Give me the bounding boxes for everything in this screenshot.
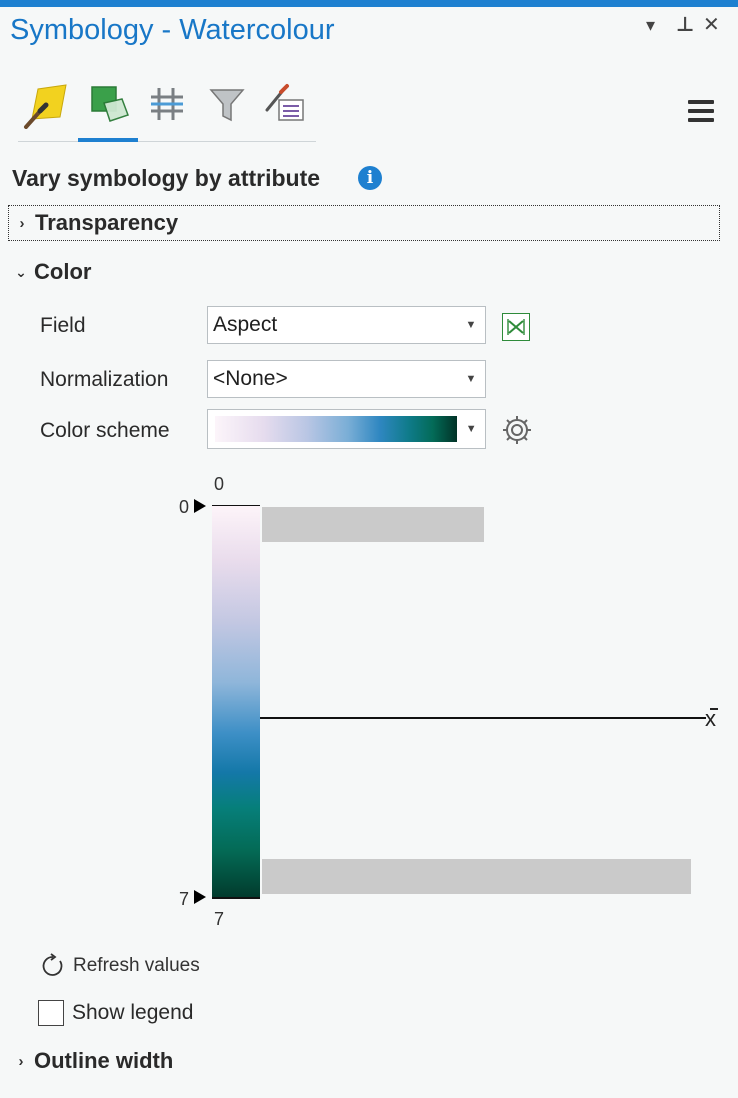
color-scheme-swatch <box>215 416 458 442</box>
show-legend-checkbox[interactable] <box>38 1000 64 1026</box>
section-transparency-label: Transparency <box>35 210 179 235</box>
hamburger-menu-icon[interactable] <box>688 100 714 122</box>
dropdown-arrow-icon: ▼ <box>465 373 477 385</box>
top-handle-value: 0 <box>179 497 190 517</box>
ramp-bottom-cap <box>212 897 260 899</box>
mean-label: x <box>705 706 718 731</box>
histogram-bar-bottom <box>262 859 691 894</box>
chevron-down-icon: ⌄ <box>15 263 27 280</box>
pin-icon[interactable]: ⊥ <box>676 12 694 37</box>
chevron-right-icon: › <box>19 214 25 232</box>
layers-icon <box>91 86 129 122</box>
show-legend-row[interactable]: Show legend <box>38 1000 193 1026</box>
expression-icon <box>507 319 525 335</box>
bottom-range-handle[interactable] <box>194 890 206 904</box>
tab-masking[interactable] <box>198 72 256 136</box>
section-outline-width-label: Outline width <box>34 1048 174 1073</box>
list-brush-icon <box>265 84 304 121</box>
refresh-icon <box>42 953 63 976</box>
section-color[interactable]: ⌄ Color <box>8 254 91 290</box>
normalization-dropdown[interactable]: <None> ▼ <box>207 360 486 398</box>
section-color-label: Color <box>34 259 92 284</box>
gear-icon[interactable] <box>500 413 534 447</box>
color-scheme-label: Color scheme <box>40 419 170 442</box>
paintbrush-icon <box>24 84 67 129</box>
tab-bar-divider <box>18 141 316 142</box>
pane-title: Symbology - Watercolour <box>10 14 335 46</box>
field-label: Field <box>40 314 86 337</box>
normalization-value: <None> <box>213 367 288 390</box>
color-scheme-dropdown[interactable]: ▼ <box>207 409 486 449</box>
chevron-down-icon[interactable]: ▾ <box>646 15 655 36</box>
tab-primary-symbology[interactable] <box>18 72 76 136</box>
active-tab-indicator <box>78 138 138 142</box>
histogram-bottom-value: 7 <box>214 909 225 929</box>
tab-symbol-layer-drawing[interactable] <box>138 72 196 136</box>
info-icon[interactable]: i <box>358 166 382 190</box>
chevron-right-icon: › <box>18 1052 24 1070</box>
refresh-values-button[interactable]: Refresh values <box>40 953 200 979</box>
top-range-handle[interactable] <box>194 499 206 513</box>
histogram-bar-top <box>262 507 484 542</box>
close-icon[interactable]: ✕ <box>703 12 720 37</box>
dropdown-arrow-icon: ▼ <box>465 319 477 331</box>
show-legend-label: Show legend <box>72 1001 194 1024</box>
section-transparency[interactable]: › Transparency <box>8 205 720 241</box>
page-heading: Vary symbology by attribute <box>12 165 321 191</box>
filter-icon <box>209 89 245 122</box>
grid-icon <box>151 88 183 120</box>
section-outline-width[interactable]: › Outline width <box>8 1043 174 1079</box>
normalization-label: Normalization <box>40 368 169 391</box>
color-ramp <box>212 506 260 898</box>
pane-top-accent <box>0 0 738 7</box>
field-dropdown[interactable]: Aspect ▼ <box>207 306 486 344</box>
field-value: Aspect <box>213 313 278 336</box>
symbology-tab-bar <box>18 72 318 142</box>
expression-builder-button[interactable] <box>502 313 530 341</box>
histogram-top-value: 0 <box>214 474 225 494</box>
tab-advanced[interactable] <box>256 72 314 136</box>
tab-vary-symbology[interactable] <box>78 72 136 136</box>
bottom-handle-value: 7 <box>179 889 190 909</box>
mean-line <box>260 717 706 719</box>
dropdown-arrow-icon: ▼ <box>465 423 477 435</box>
refresh-values-label: Refresh values <box>73 955 200 976</box>
